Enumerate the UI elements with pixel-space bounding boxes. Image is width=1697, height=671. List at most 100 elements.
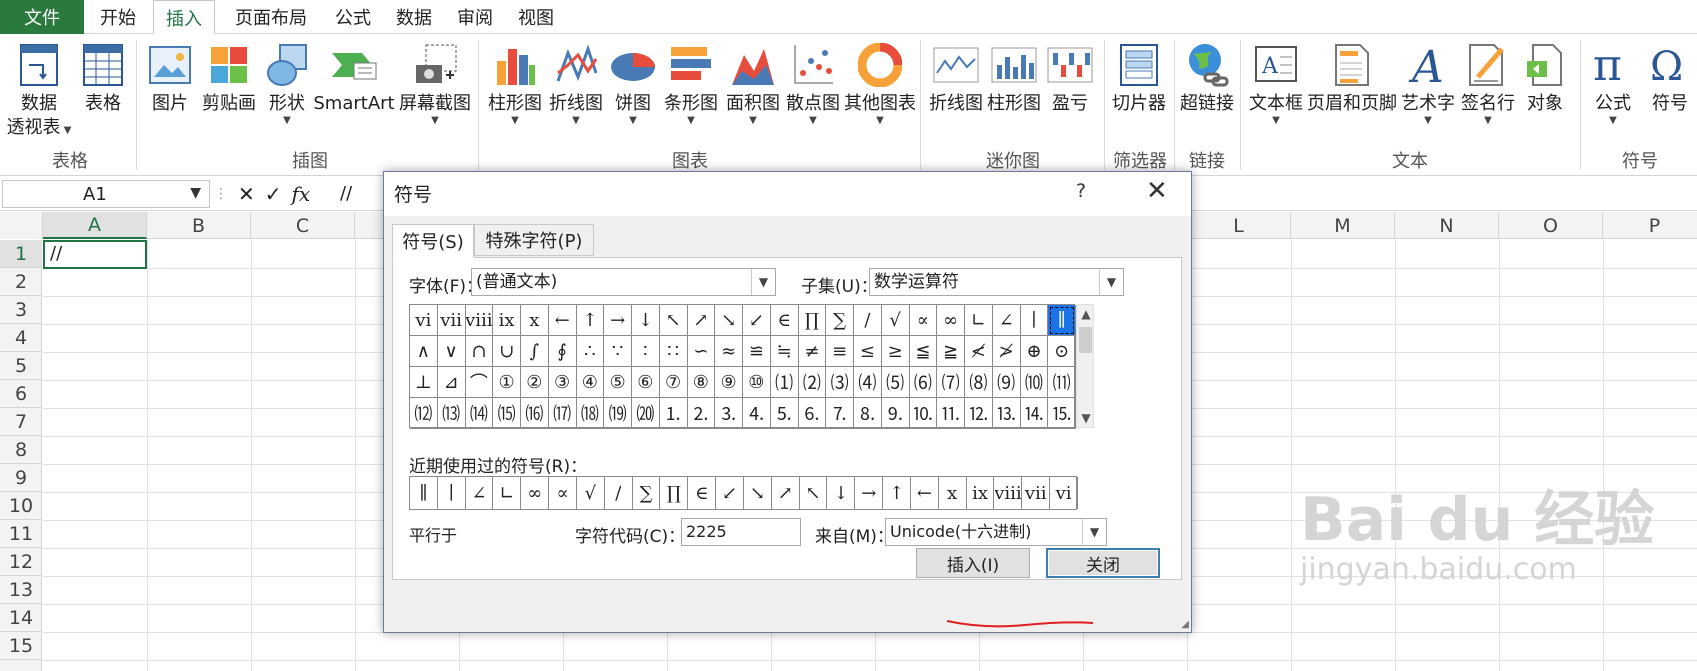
- symbol-cell[interactable]: ∮: [548, 336, 577, 367]
- symbol-cell[interactable]: ∕: [854, 305, 882, 336]
- symbol-cell[interactable]: ∝: [909, 305, 938, 336]
- recent-symbol-cell[interactable]: ∥: [410, 477, 438, 509]
- font-select[interactable]: (普通文本) ▼: [471, 268, 776, 296]
- chevron-down-icon[interactable]: ▼: [751, 269, 775, 295]
- symbol-cell[interactable]: ⑵: [798, 367, 827, 398]
- symbol-cell[interactable]: ⒓: [965, 398, 993, 429]
- symbol-cell[interactable]: ⒊: [715, 398, 743, 429]
- insert-function-icon[interactable]: fx: [292, 182, 311, 206]
- symbol-cell[interactable]: ≌: [743, 336, 771, 367]
- column-chart-button[interactable]: 柱形图 ▼: [484, 40, 546, 126]
- symbol-cell[interactable]: ⅶ: [437, 305, 466, 336]
- symbol-cell[interactable]: ⒇: [632, 398, 660, 429]
- symbol-cell[interactable]: ⅵ: [410, 305, 438, 336]
- tab-special-characters[interactable]: 特殊字符(P): [474, 224, 594, 256]
- picture-button[interactable]: 图片: [144, 40, 196, 116]
- recent-symbol-cell[interactable]: ∕: [605, 477, 633, 509]
- symbol-cell[interactable]: ⒀: [437, 398, 466, 429]
- row-header[interactable]: 13: [0, 576, 42, 604]
- equation-button[interactable]: π 公式 ▼: [1584, 40, 1642, 126]
- symbol-button[interactable]: Ω 符号: [1644, 40, 1696, 116]
- symbol-cell[interactable]: ⑶: [826, 367, 854, 398]
- symbol-cell[interactable]: ⑺: [937, 367, 965, 398]
- symbol-cell[interactable]: √: [881, 305, 910, 336]
- tab-formulas[interactable]: 公式: [327, 0, 379, 34]
- row-header[interactable]: 3: [0, 296, 42, 324]
- symbol-cell[interactable]: ⊕: [1020, 336, 1049, 367]
- signature-line-button[interactable]: 签名行 ▼: [1458, 40, 1518, 126]
- symbol-cell[interactable]: ∏: [798, 305, 827, 336]
- symbol-cell[interactable]: ∞: [937, 305, 965, 336]
- column-header[interactable]: L: [1187, 212, 1291, 239]
- chevron-down-icon[interactable]: ▼: [1077, 409, 1095, 427]
- row-header[interactable]: 8: [0, 436, 42, 464]
- symbol-cell[interactable]: ↑: [576, 305, 605, 336]
- symbol-cell[interactable]: ≥: [881, 336, 910, 367]
- wordart-button[interactable]: A 艺术字 ▼: [1398, 40, 1458, 126]
- other-charts-button[interactable]: 其他图表 ▼: [842, 40, 918, 126]
- symbol-cell[interactable]: ①: [493, 367, 521, 398]
- tab-symbols[interactable]: 符号(S): [392, 224, 474, 258]
- symbol-cell[interactable]: ⊙: [1048, 336, 1076, 367]
- symbol-cell[interactable]: ⑻: [965, 367, 993, 398]
- symbol-cell[interactable]: ≈: [715, 336, 743, 367]
- row-header[interactable]: 12: [0, 548, 42, 576]
- area-chart-button[interactable]: 面积图 ▼: [722, 40, 784, 126]
- column-header[interactable]: A: [43, 212, 147, 239]
- column-header[interactable]: B: [147, 212, 251, 239]
- symbol-cell[interactable]: ∩: [465, 336, 494, 367]
- symbol-cell[interactable]: ∧: [410, 336, 438, 367]
- pivot-table-button[interactable]: 数据 透视表 ▼: [6, 40, 72, 140]
- row-header[interactable]: 5: [0, 352, 42, 380]
- column-header[interactable]: M: [1291, 212, 1395, 239]
- symbol-cell[interactable]: ≒: [770, 336, 799, 367]
- symbol-cell[interactable]: ⒑: [909, 398, 938, 429]
- symbol-cell[interactable]: ≡: [826, 336, 854, 367]
- recent-symbol-cell[interactable]: ↓: [828, 477, 856, 509]
- chevron-down-icon[interactable]: ▼: [190, 185, 201, 201]
- name-box[interactable]: A1 ▼: [2, 180, 210, 208]
- tab-data[interactable]: 数据: [388, 0, 440, 34]
- row-header[interactable]: 15: [0, 632, 42, 660]
- symbol-cell[interactable]: ⒃: [521, 398, 549, 429]
- tab-home[interactable]: 开始: [92, 0, 144, 34]
- recent-symbol-cell[interactable]: ∈: [688, 477, 717, 509]
- shapes-button[interactable]: 形状 ▼: [262, 40, 312, 126]
- pie-chart-button[interactable]: 饼图 ▼: [608, 40, 658, 126]
- clipart-button[interactable]: 剪贴画: [200, 40, 258, 116]
- close-icon[interactable]: ✕: [1146, 176, 1168, 206]
- subset-select[interactable]: 数学运算符 ▼: [869, 268, 1124, 296]
- symbol-cell[interactable]: ⑦: [659, 367, 688, 398]
- row-header[interactable]: 11: [0, 520, 42, 548]
- tab-review[interactable]: 审阅: [449, 0, 501, 34]
- recent-symbol-cell[interactable]: →: [855, 477, 884, 509]
- symbol-cell[interactable]: ←: [548, 305, 577, 336]
- symbol-cell[interactable]: ↗: [687, 305, 716, 336]
- symbol-cell[interactable]: ⑨: [715, 367, 743, 398]
- symbol-cell[interactable]: ⑩: [743, 367, 771, 398]
- recent-symbol-cell[interactable]: ⅹ: [939, 477, 967, 509]
- symbol-cell[interactable]: ⒈: [659, 398, 688, 429]
- tab-page-layout[interactable]: 页面布局: [225, 0, 317, 34]
- symbol-cell[interactable]: ↙: [743, 305, 771, 336]
- chevron-down-icon[interactable]: ▼: [1099, 269, 1123, 295]
- smartart-button[interactable]: SmartArt: [313, 40, 395, 116]
- recent-symbol-cell[interactable]: ↗: [772, 477, 800, 509]
- symbol-cell[interactable]: ⒒: [937, 398, 965, 429]
- help-icon[interactable]: ?: [1076, 180, 1086, 202]
- symbol-cell[interactable]: ⒐: [881, 398, 910, 429]
- symbol-cell[interactable]: ∵: [604, 336, 632, 367]
- screenshot-button[interactable]: 屏幕截图 ▼: [398, 40, 472, 126]
- symbol-cell[interactable]: ⒅: [576, 398, 605, 429]
- recent-symbol-cell[interactable]: ⅷ: [995, 477, 1023, 509]
- symbol-cell[interactable]: ⒌: [770, 398, 799, 429]
- recent-symbol-cell[interactable]: ∣: [438, 477, 466, 509]
- symbol-cell[interactable]: ≦: [909, 336, 938, 367]
- symbol-cell[interactable]: ∫: [521, 336, 549, 367]
- row-header[interactable]: 2: [0, 268, 42, 296]
- close-button[interactable]: 关闭: [1046, 548, 1160, 578]
- row-header[interactable]: 10: [0, 492, 42, 520]
- recent-symbol-cell[interactable]: ↘: [744, 477, 772, 509]
- chevron-up-icon[interactable]: ▲: [1077, 305, 1095, 323]
- symbol-cell[interactable]: ⊥: [410, 367, 438, 398]
